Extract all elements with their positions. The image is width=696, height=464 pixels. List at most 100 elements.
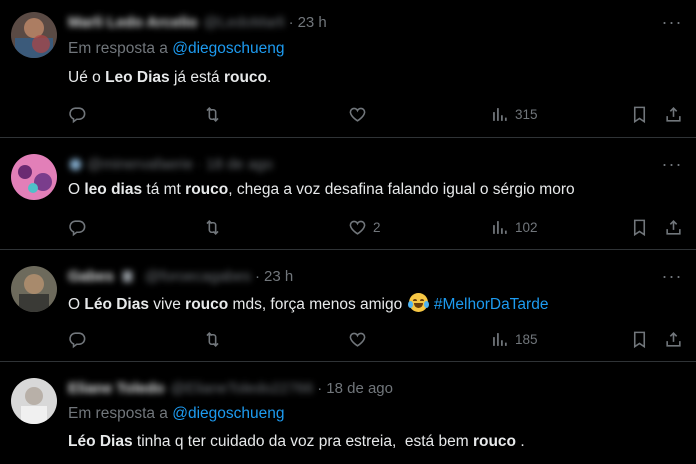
text-bold: rouco (472, 433, 517, 450)
bookmark-button[interactable] (630, 216, 649, 238)
avatar[interactable] (11, 12, 57, 58)
tweet-text: Ué o Leo Dias já está rouco. (68, 69, 271, 87)
separator-dot: · (255, 267, 260, 285)
reply-context: Em resposta a @diegoschueng (68, 405, 285, 423)
heart-icon (349, 332, 366, 347)
separator-dot: · (288, 13, 294, 31)
text-segment: mds, força menos amigo (228, 296, 407, 313)
like-button[interactable]: 2 (348, 216, 381, 238)
reply-prefix: Em resposta a (68, 40, 168, 57)
bookmark-icon (633, 106, 646, 123)
author-name[interactable]: Gabes (68, 268, 114, 285)
views-button[interactable]: 185 (490, 328, 538, 350)
more-icon[interactable]: ··· (660, 12, 684, 32)
tweet-header: Eliane Toledo @ElianeToledo22766 · 18 de… (68, 378, 393, 398)
text-segment: O (68, 181, 85, 198)
timestamp[interactable]: 18 de ago (326, 380, 393, 397)
avatar-image (11, 12, 57, 58)
hashtag-link[interactable]: #MelhorDaTarde (434, 296, 549, 313)
text-bold: rouco (223, 69, 268, 86)
views-icon (493, 220, 507, 234)
separator-dot: · (197, 155, 203, 173)
reply-to-link[interactable]: @diegoschueng (172, 405, 284, 422)
author-name[interactable]: Marli Ledo Arcelio (68, 14, 197, 31)
author-name[interactable]: Eliane Toledo (68, 380, 164, 397)
timestamp[interactable]: 23 h (264, 268, 293, 285)
text-bold: leo dias (84, 181, 143, 198)
reply-context: Em resposta a @diegoschueng (68, 40, 285, 58)
avatar[interactable] (11, 154, 57, 200)
views-count: 102 (515, 219, 538, 235)
text-segment: Ué o (68, 69, 106, 86)
text-bold: Léo Dias (84, 296, 149, 313)
avatar-image (11, 378, 57, 424)
avatar-image (11, 154, 57, 200)
tweet[interactable]: Marli Ledo Arcelio @LedoMarli · 23 h ···… (0, 0, 696, 138)
action-bar: 2 102 (68, 216, 688, 238)
tweet[interactable]: Gabes @foroecagabes · 23 h ··· O Léo Dia… (0, 250, 696, 362)
author-handle[interactable]: @ElianeToledo22766 (170, 380, 313, 397)
author-handle[interactable]: @minervafaerie (87, 156, 193, 173)
timestamp[interactable]: 23 h (298, 14, 327, 31)
text-bold: Léo Dias (68, 433, 133, 450)
reply-icon (69, 219, 86, 236)
avatar[interactable] (11, 266, 57, 312)
share-button[interactable] (664, 103, 683, 125)
heart-icon (349, 107, 366, 122)
author-handle[interactable]: @foroecagabes (145, 268, 251, 285)
like-button[interactable] (348, 103, 367, 125)
text-segment: vive (148, 296, 186, 313)
text-segment: . (267, 69, 272, 86)
timestamp[interactable]: 18 de ago (206, 156, 273, 173)
share-button[interactable] (664, 216, 683, 238)
like-button[interactable] (348, 328, 367, 350)
retweet-icon (206, 219, 219, 235)
views-button[interactable]: 315 (490, 103, 538, 125)
reply-icon (69, 331, 86, 348)
action-bar: 315 (68, 103, 688, 125)
text-bold: rouco (185, 296, 229, 313)
retweet-button[interactable] (203, 103, 222, 125)
views-icon (493, 107, 507, 121)
reply-to-link[interactable]: @diegoschueng (172, 40, 284, 57)
text-segment: tá mt (142, 181, 186, 198)
author-handle[interactable]: @LedoMarli (203, 14, 284, 31)
heart-icon (349, 220, 366, 235)
tweet[interactable]: @minervafaerie · 18 de ago ··· O leo dia… (0, 138, 696, 250)
tweet-text: O Léo Dias vive rouco mds, força menos a… (68, 293, 548, 314)
share-icon (666, 331, 681, 347)
separator-dot: · (317, 379, 323, 397)
share-icon (666, 106, 681, 122)
text-segment: O (68, 296, 85, 313)
retweet-button[interactable] (203, 216, 222, 238)
bookmark-button[interactable] (630, 103, 649, 125)
more-icon[interactable]: ··· (660, 266, 684, 286)
text-segment: já está (169, 69, 224, 86)
retweet-button[interactable] (203, 328, 222, 350)
tweet[interactable]: Eliane Toledo @ElianeToledo22766 · 18 de… (0, 362, 696, 464)
share-icon (666, 219, 681, 235)
text-segment: tinha q ter cuidado da voz pra estreia, … (132, 433, 473, 450)
avatar-image (11, 266, 57, 312)
bookmark-button[interactable] (630, 328, 649, 350)
reply-button[interactable] (68, 103, 87, 125)
tweet-text: Léo Dias tinha q ter cuidado da voz pra … (68, 433, 525, 451)
more-icon[interactable]: ··· (660, 154, 684, 174)
retweet-icon (206, 331, 219, 347)
bookmark-icon (633, 331, 646, 348)
laughing-emoji-icon (407, 293, 429, 312)
action-bar: 185 (68, 328, 688, 350)
views-button[interactable]: 102 (490, 216, 538, 238)
avatar[interactable] (11, 378, 57, 424)
verified-badge-icon (68, 157, 83, 171)
share-button[interactable] (664, 328, 683, 350)
tweet-header: Gabes @foroecagabes · 23 h (68, 266, 293, 286)
reply-button[interactable] (68, 328, 87, 350)
reply-icon (69, 106, 86, 123)
tweet-text: O leo dias tá mt rouco, chega a voz desa… (68, 181, 575, 199)
text-bold: rouco (185, 181, 229, 198)
views-count: 315 (515, 106, 538, 122)
reply-button[interactable] (68, 216, 87, 238)
tweet-header: Marli Ledo Arcelio @LedoMarli · 23 h (68, 12, 327, 32)
likes-count: 2 (373, 219, 381, 235)
